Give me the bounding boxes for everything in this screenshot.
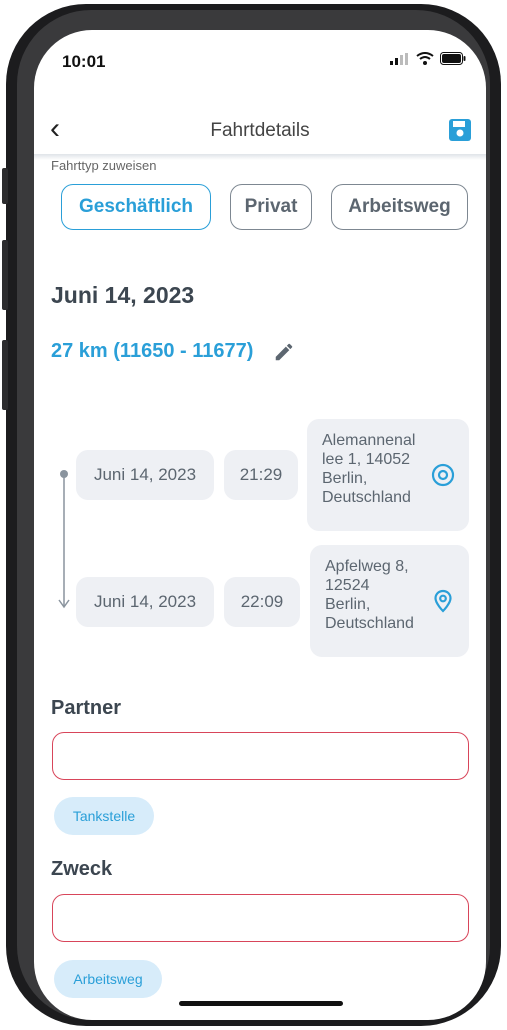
purpose-input[interactable] bbox=[52, 894, 469, 942]
battery-icon bbox=[440, 52, 466, 65]
start-date-chip[interactable]: Juni 14, 2023 bbox=[76, 450, 214, 500]
trip-date: Juni 14, 2023 bbox=[51, 282, 195, 308]
trip-type-label: Fahrttyp zuweisen bbox=[51, 158, 157, 173]
trip-type-commute-button[interactable]: Arbeitsweg bbox=[331, 184, 468, 230]
end-location-pin-icon[interactable] bbox=[431, 589, 455, 613]
trip-type-private-button[interactable]: Privat bbox=[230, 184, 312, 230]
start-location-icon[interactable] bbox=[431, 463, 455, 487]
edit-pencil-icon[interactable] bbox=[273, 341, 295, 363]
volume-down-button bbox=[2, 340, 8, 410]
partner-label: Partner bbox=[51, 697, 122, 719]
volume-up-button bbox=[2, 240, 8, 310]
status-icons bbox=[390, 52, 466, 65]
nav-bar: ‹ Fahrtdetails bbox=[34, 110, 486, 158]
mute-switch bbox=[2, 168, 8, 204]
purpose-suggestion-tag[interactable]: Arbeitsweg bbox=[54, 960, 162, 998]
route-timeline bbox=[58, 470, 70, 609]
start-address-card[interactable]: Alemannenal lee 1, 14052 Berlin, Deutsch… bbox=[307, 419, 469, 531]
wifi-icon bbox=[416, 52, 434, 65]
page-title: Fahrtdetails bbox=[210, 120, 310, 141]
trip-type-business-button[interactable]: Geschäftlich bbox=[61, 184, 211, 230]
end-address-card[interactable]: Apfelweg 8, 12524 Berlin, Deutschland bbox=[310, 545, 469, 657]
trip-distance: 27 km (11650 - 11677) bbox=[51, 340, 295, 363]
end-time-chip[interactable]: 22:09 bbox=[224, 577, 300, 627]
home-indicator bbox=[179, 1001, 343, 1006]
partner-input[interactable] bbox=[52, 732, 469, 780]
start-time-chip[interactable]: 21:29 bbox=[224, 450, 298, 500]
purpose-label: Zweck bbox=[51, 858, 113, 880]
partner-suggestion-tag[interactable]: Tankstelle bbox=[54, 797, 154, 835]
end-date-chip[interactable]: Juni 14, 2023 bbox=[76, 577, 214, 627]
trip-distance-text: 27 km (11650 - 11677) bbox=[51, 340, 254, 362]
status-time: 10:01 bbox=[62, 52, 106, 71]
save-icon[interactable] bbox=[448, 118, 472, 142]
app-screen: 10:01 ‹ Fahrtdetails Fahrttyp zuweisen G… bbox=[34, 30, 486, 1020]
signal-icon bbox=[390, 52, 408, 65]
status-bar: 10:01 bbox=[34, 30, 486, 90]
